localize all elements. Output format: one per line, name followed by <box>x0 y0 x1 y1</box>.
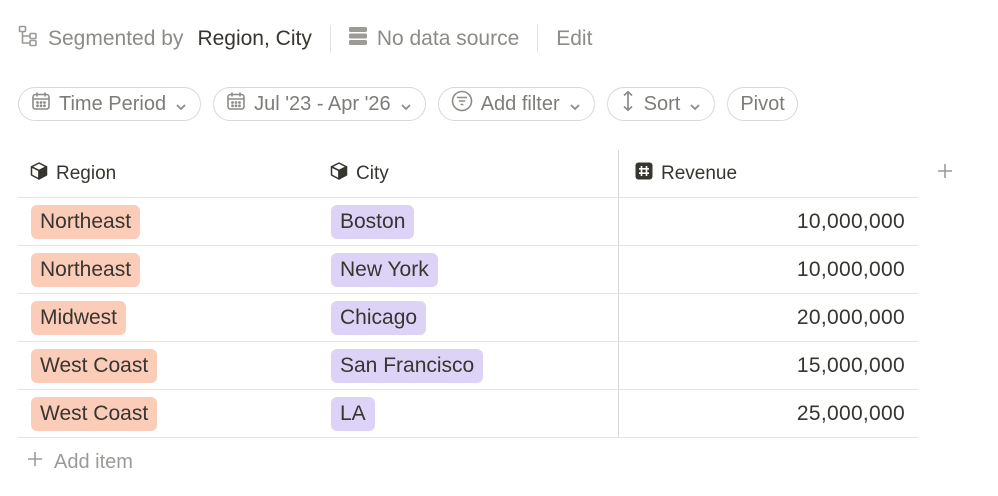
city-cell[interactable]: New York <box>318 246 618 293</box>
chevron-down-icon <box>688 97 702 111</box>
sort-button[interactable]: Sort <box>606 87 716 121</box>
city-tag: New York <box>331 252 438 287</box>
chevron-down-icon <box>568 97 582 111</box>
column-header-city[interactable]: City <box>318 150 618 197</box>
date-range-label: Jul '23 - Apr '26 <box>254 92 391 115</box>
plus-icon <box>26 450 44 474</box>
segment-toolbar: Segmented by Region, City No data source… <box>18 22 592 56</box>
revenue-cell[interactable]: 20,000,000 <box>618 294 918 341</box>
region-cell[interactable]: Northeast <box>18 246 318 293</box>
database-icon <box>348 26 367 52</box>
add-column-button[interactable] <box>918 150 972 197</box>
filter-icon <box>451 90 473 118</box>
segmented-by-value: Region, City <box>197 27 312 50</box>
region-cell[interactable]: Midwest <box>18 294 318 341</box>
table-row[interactable]: Northeast New York 10,000,000 <box>18 246 918 294</box>
toolbar-divider <box>537 25 539 53</box>
calendar-icon <box>226 91 246 117</box>
region-tag: Midwest <box>31 300 127 335</box>
data-source[interactable]: No data source <box>348 26 520 52</box>
city-tag: LA <box>331 396 375 431</box>
column-header-label: City <box>356 162 389 184</box>
city-tag: San Francisco <box>331 348 484 383</box>
add-filter-label: Add filter <box>480 92 560 115</box>
hash-icon <box>635 162 653 186</box>
table-row[interactable]: Midwest Chicago 20,000,000 <box>18 294 918 342</box>
city-cell[interactable]: San Francisco <box>318 342 618 389</box>
add-item-label: Add item <box>54 450 133 473</box>
calendar-icon <box>31 91 51 117</box>
pivot-button[interactable]: Pivot <box>727 87 798 121</box>
chevron-down-icon <box>399 97 413 111</box>
table-header: Region City Revenue <box>18 150 918 198</box>
cube-icon <box>330 161 348 186</box>
region-tag: Northeast <box>31 252 141 287</box>
region-tag: Northeast <box>31 204 141 239</box>
city-cell[interactable]: Chicago <box>318 294 618 341</box>
add-filter-button[interactable]: Add filter <box>437 87 595 121</box>
revenue-cell[interactable]: 25,000,000 <box>618 390 918 437</box>
column-header-label: Region <box>56 162 117 184</box>
filter-bar: Time Period Jul '23 - Apr '26 Add filter <box>18 87 798 121</box>
date-range-button[interactable]: Jul '23 - Apr '26 <box>213 87 426 121</box>
revenue-cell[interactable]: 15,000,000 <box>618 342 918 389</box>
city-cell[interactable]: LA <box>318 390 618 437</box>
column-header-region[interactable]: Region <box>18 150 318 197</box>
cube-icon <box>30 161 48 186</box>
table-row[interactable]: West Coast LA 25,000,000 <box>18 390 918 438</box>
sort-arrows-icon <box>620 90 636 118</box>
toolbar-divider <box>329 25 331 53</box>
revenue-cell[interactable]: 10,000,000 <box>618 198 918 245</box>
table-row[interactable]: West Coast San Francisco 15,000,000 <box>18 342 918 390</box>
add-item-button[interactable]: Add item <box>26 448 133 476</box>
column-header-label: Revenue <box>661 162 738 184</box>
data-table: Region City Revenue Northeast Boston 10,… <box>18 150 918 438</box>
time-period-label: Time Period <box>59 92 167 115</box>
city-cell[interactable]: Boston <box>318 198 618 245</box>
hierarchy-icon <box>18 25 38 53</box>
table-row[interactable]: Northeast Boston 10,000,000 <box>18 198 918 246</box>
segmented-by-label: Segmented by <box>48 27 184 50</box>
city-tag: Chicago <box>331 300 427 335</box>
revenue-cell[interactable]: 10,000,000 <box>618 246 918 293</box>
region-cell[interactable]: West Coast <box>18 342 318 389</box>
region-cell[interactable]: West Coast <box>18 390 318 437</box>
region-tag: West Coast <box>31 396 158 431</box>
plus-icon <box>936 162 954 185</box>
segmented-by[interactable]: Segmented by Region, City <box>18 25 312 53</box>
region-tag: West Coast <box>31 348 158 383</box>
time-period-button[interactable]: Time Period <box>18 87 202 121</box>
edit-button[interactable]: Edit <box>556 27 592 51</box>
city-tag: Boston <box>331 204 415 239</box>
sort-label: Sort <box>643 92 681 115</box>
region-cell[interactable]: Northeast <box>18 198 318 245</box>
data-source-label: No data source <box>376 27 520 50</box>
chevron-down-icon <box>174 97 188 111</box>
column-header-revenue[interactable]: Revenue <box>618 150 918 197</box>
